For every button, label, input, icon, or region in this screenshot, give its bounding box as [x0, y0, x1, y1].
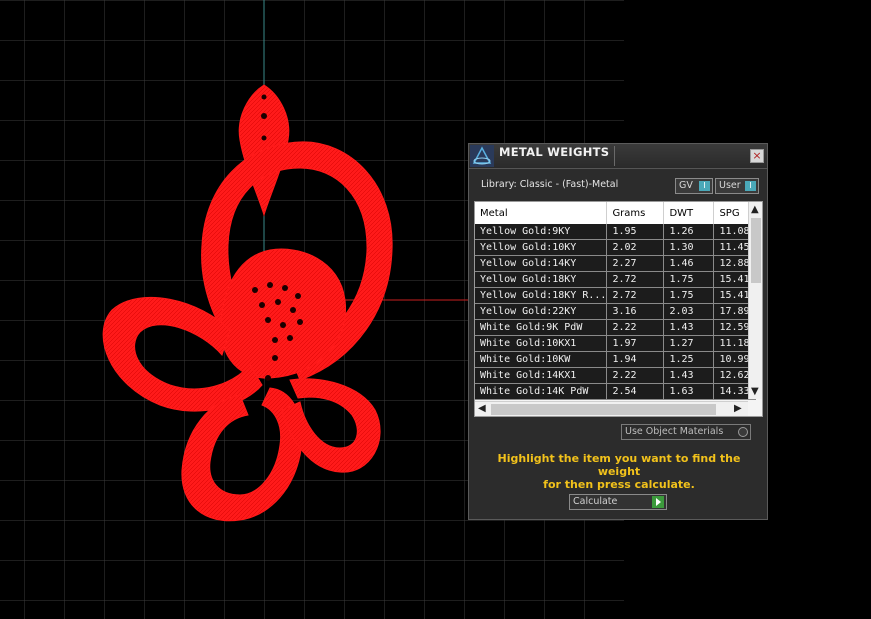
column-header-dwt[interactable]: DWT	[663, 202, 715, 224]
app-logo-icon	[470, 145, 494, 167]
scroll-down-icon[interactable]: ▼	[751, 387, 759, 397]
cell-metal[interactable]: Yellow Gold:10KY	[475, 239, 608, 256]
calculate-label: Calculate	[573, 496, 618, 507]
toggle-switch-icon: I	[745, 181, 756, 191]
table-header-row: Metal Grams DWT SPG	[475, 202, 757, 224]
cell-dwt[interactable]: 1.43	[663, 319, 715, 336]
horizontal-scroll-thumb[interactable]	[491, 404, 716, 415]
panel-title: METAL WEIGHTS	[499, 145, 610, 159]
cell-metal[interactable]: White Gold:14KX1	[475, 367, 608, 384]
cell-metal[interactable]: Yellow Gold:14KY	[475, 255, 608, 272]
cell-metal[interactable]: White Gold:14K PdW	[475, 383, 608, 400]
cell-metal[interactable]: Yellow Gold:9KY	[475, 224, 608, 240]
cell-dwt[interactable]: 1.27	[663, 335, 715, 352]
cell-metal[interactable]: White Gold:9K PdW	[475, 319, 608, 336]
cell-grams[interactable]: 2.22	[606, 367, 665, 384]
cell-grams[interactable]: 2.27	[606, 255, 665, 272]
radio-icon	[738, 427, 748, 437]
cell-dwt[interactable]: 2.03	[663, 303, 715, 320]
use-object-materials-label: Use Object Materials	[625, 426, 724, 437]
play-icon	[652, 496, 664, 508]
table-row[interactable]: Yellow Gold:10KY 2.02 1.30 11.45	[475, 239, 757, 256]
cell-grams[interactable]: 2.72	[606, 287, 665, 304]
use-object-materials-option[interactable]: Use Object Materials	[621, 424, 751, 440]
cell-grams[interactable]: 2.72	[606, 271, 665, 288]
close-button[interactable]: ×	[750, 149, 764, 163]
horizontal-scrollbar[interactable]: ◀ ▶	[475, 401, 748, 416]
column-header-metal[interactable]: Metal	[475, 202, 608, 224]
cell-grams[interactable]: 1.97	[606, 335, 665, 352]
table-row[interactable]: White Gold:10KW 1.94 1.25 10.99	[475, 351, 757, 368]
cell-dwt[interactable]: 1.46	[663, 255, 715, 272]
library-label: Library: Classic - (Fast)-Metal	[481, 179, 619, 190]
instruction-line-1: Highlight the item you want to find the …	[497, 452, 741, 478]
table-row[interactable]: Yellow Gold:18KY R... 2.72 1.75 15.41	[475, 287, 757, 304]
cell-metal[interactable]: White Gold:10KX1	[475, 335, 608, 352]
cell-metal[interactable]: Yellow Gold:22KY	[475, 303, 608, 320]
panel-titlebar[interactable]: METAL WEIGHTS ×	[469, 144, 767, 169]
metal-table[interactable]: Metal Grams DWT SPG Yellow Gold:9KY 1.95 1…	[474, 201, 763, 417]
cell-dwt[interactable]: 1.26	[663, 224, 715, 240]
cell-dwt[interactable]: 1.63	[663, 383, 715, 400]
cell-grams[interactable]: 2.22	[606, 319, 665, 336]
cell-dwt[interactable]: 1.43	[663, 367, 715, 384]
metal-grid: Metal Grams DWT SPG Yellow Gold:9KY 1.95 1…	[475, 202, 757, 400]
user-toggle[interactable]: User I	[715, 178, 759, 194]
cell-dwt[interactable]: 1.75	[663, 287, 715, 304]
table-row[interactable]: White Gold:14KX1 2.22 1.43 12.62	[475, 367, 757, 384]
cell-metal[interactable]: White Gold:10KW	[475, 351, 608, 368]
vertical-scroll-thumb[interactable]	[751, 218, 761, 283]
column-header-grams[interactable]: Grams	[606, 202, 665, 224]
table-body: Yellow Gold:9KY 1.95 1.26 11.08 Yellow Gold:…	[475, 224, 757, 400]
cell-grams[interactable]: 2.02	[606, 239, 665, 256]
cell-grams[interactable]: 2.54	[606, 383, 665, 400]
cell-dwt[interactable]: 1.75	[663, 271, 715, 288]
cell-grams[interactable]: 1.94	[606, 351, 665, 368]
table-row[interactable]: White Gold:14K PdW 2.54 1.63 14.33	[475, 383, 757, 400]
toggle-switch-icon: I	[699, 181, 710, 191]
scroll-left-icon[interactable]: ◀	[478, 404, 486, 414]
table-row[interactable]: Yellow Gold:22KY 3.16 2.03 17.89	[475, 303, 757, 320]
cell-dwt[interactable]: 1.30	[663, 239, 715, 256]
title-separator	[614, 146, 615, 166]
table-row[interactable]: Yellow Gold:14KY 2.27 1.46 12.88	[475, 255, 757, 272]
table-row[interactable]: Yellow Gold:18KY 2.72 1.75 15.41	[475, 271, 757, 288]
instruction-line-2: for then press calculate.	[543, 478, 695, 491]
vertical-scrollbar[interactable]: ▲ ▼	[748, 202, 762, 399]
table-row[interactable]: Yellow Gold:9KY 1.95 1.26 11.08	[475, 224, 757, 240]
metal-weights-panel: METAL WEIGHTS × Library: Classic - (Fast…	[468, 143, 768, 520]
cell-metal[interactable]: Yellow Gold:18KY R...	[475, 287, 608, 304]
cell-grams[interactable]: 3.16	[606, 303, 665, 320]
table-row[interactable]: White Gold:10KX1 1.97 1.27 11.18	[475, 335, 757, 352]
cell-metal[interactable]: Yellow Gold:18KY	[475, 271, 608, 288]
gv-toggle-label: GV	[679, 180, 693, 191]
cell-dwt[interactable]: 1.25	[663, 351, 715, 368]
table-row[interactable]: White Gold:9K PdW 2.22 1.43 12.59	[475, 319, 757, 336]
scroll-right-icon[interactable]: ▶	[734, 404, 742, 414]
gv-toggle[interactable]: GV I	[675, 178, 713, 194]
user-toggle-label: User	[719, 180, 741, 191]
scroll-up-icon[interactable]: ▲	[751, 205, 759, 215]
calculate-button[interactable]: Calculate	[569, 494, 667, 510]
cell-grams[interactable]: 1.95	[606, 224, 665, 240]
instruction-text: Highlight the item you want to find the …	[479, 452, 759, 491]
